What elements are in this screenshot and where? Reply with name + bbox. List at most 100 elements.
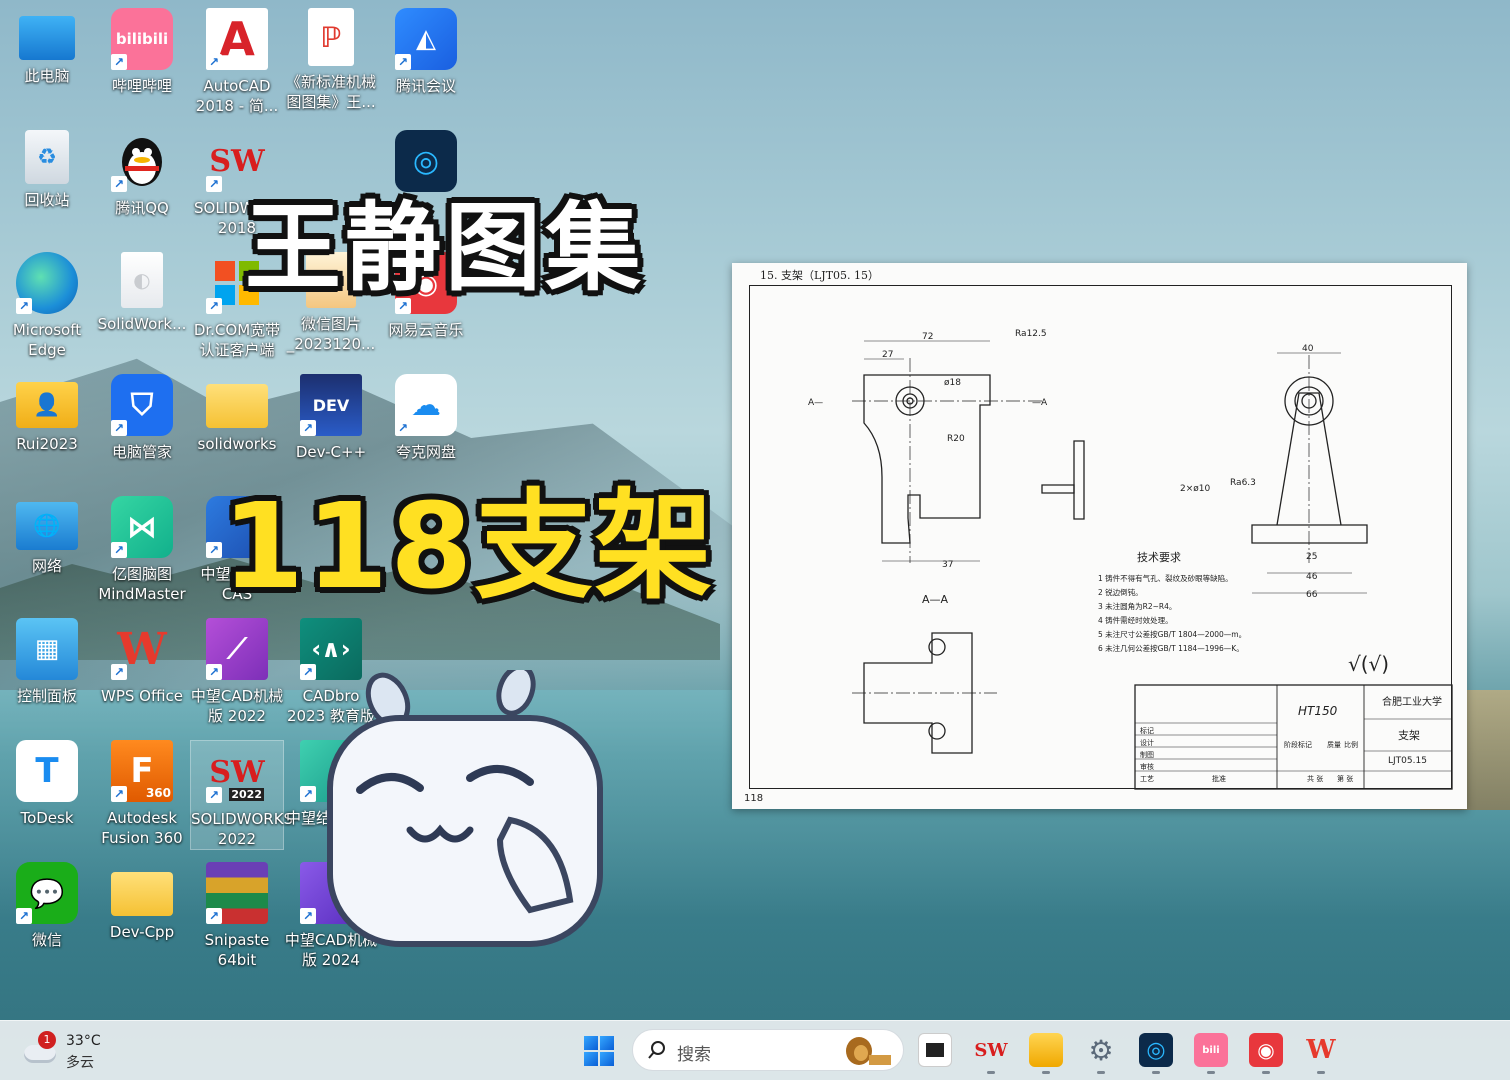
dim-d18: ø18 [944,378,961,388]
desktop-icon-todesk[interactable]: T ToDesk [0,740,94,828]
icon-label: Rui2023 [16,435,78,453]
devcpp-icon: DEV ↗ [300,374,362,436]
icon-label: 网络 [31,557,62,575]
desktop-icon-network[interactable]: 🌐 网络 [0,496,94,576]
icon-label: 回收站 [24,191,70,209]
recycle-bin-icon: ♻ [25,130,69,184]
tech-note: 2 锐边倒钝。 [1098,587,1143,597]
taskbar-solidworks-icon[interactable]: SW [974,1033,1008,1067]
icon-label: Autodesk Fusion 360 [101,809,183,847]
desktop-icon-bilibili[interactable]: bilibili ↗ 哔哩哔哩 [95,8,189,96]
desktop-icon-recycle-bin[interactable]: ♻ 回收站 [0,130,94,210]
title-block-row: 设计 [1140,738,1154,747]
section-label: A—A [922,593,949,606]
icon-label: SOLIDWORKS 2022 [191,810,294,848]
running-indicator [1097,1071,1105,1074]
desktop-icon-quark-cloud[interactable]: ☁ ↗ 夸克网盘 [379,374,473,462]
icon-label: 腾讯会议 [395,77,456,95]
dim-66: 66 [1306,590,1318,600]
taskbar-search[interactable]: 搜索 [632,1029,904,1071]
running-indicator [1317,1071,1325,1074]
taskbar-wps-icon[interactable]: W [1304,1033,1338,1067]
title-block-material: HT150 [1298,704,1338,718]
settings-gear-icon[interactable]: ⚙ [1084,1033,1118,1067]
snipaste-icon: ↗ [206,862,268,924]
start-button[interactable] [584,1036,614,1066]
zwcad-mech-icon: ⟋ ↗ [206,618,268,680]
mascot-sticker [327,670,603,947]
running-indicator [1042,1071,1050,1074]
dim-37: 37 [942,560,953,570]
desktop-icon-rui2023[interactable]: 👤 Rui2023 [0,374,94,454]
running-indicator [987,1071,995,1074]
running-indicator [1152,1071,1160,1074]
dim-r20: R20 [947,434,965,444]
pdf-icon: ℙ [308,8,354,66]
icon-label: 微信图片_2023120... [286,315,376,353]
dim-2xd10: 2×ø10 [1180,484,1210,494]
icon-label: 网易云音乐 [388,321,464,339]
icon-label: 电脑管家 [111,443,172,461]
title-block-row: 批准 [1212,774,1226,783]
title-block-code: LJT05.15 [1388,756,1427,766]
tech-requirements-title: 技术要求 [1137,551,1181,564]
desktop-icon-solidworks-2022[interactable]: SW 2022 ↗ SOLIDWORKS 2022 [190,740,294,850]
title-block-part-name: 支架 [1398,729,1420,742]
desktop-icon-pc-manager[interactable]: ⛉ ↗ 电脑管家 [95,374,189,462]
solidworks-2022-icon: SW 2022 ↗ [206,741,268,803]
icon-label: 腾讯QQ [115,199,169,217]
search-icon [648,1041,665,1059]
icon-label: Snipaste 64bit [204,931,270,969]
desktop-icon-devcpp[interactable]: DEV ↗ Dev-C++ [284,374,378,462]
desktop-icon-mindmaster[interactable]: ⋈ ↗ 亿图脑图 MindMaster [95,496,189,604]
taskbar-bilibili-icon[interactable]: bili [1194,1033,1228,1067]
weather-temp: 33°C [66,1033,101,1049]
desktop-icon-zwcad-mech-2022[interactable]: ⟋ ↗ 中望CAD机械版 2022 [190,618,284,726]
desktop-icon-wechat[interactable]: 💬 ↗ 微信 [0,862,94,950]
wechat-icon: 💬 ↗ [16,862,78,924]
desktop-icon-qq[interactable]: ↗ 腾讯QQ [95,130,189,218]
task-view-icon[interactable] [918,1033,952,1067]
tech-note: 1 铸件不得有气孔、裂纹及砂眼等缺陷。 [1098,573,1233,583]
title-block-label: 共 张 [1307,774,1323,783]
icon-label: 中望CAD机械版 2022 [190,687,284,725]
section-marker-left: A— [808,398,823,408]
dim-ra12-5: Ra12.5 [1015,329,1047,339]
taskbar-app-blue-icon[interactable]: ◎ [1139,1033,1173,1067]
dim-25: 25 [1306,552,1317,562]
icon-label: Microsoft Edge [12,321,82,359]
desktop-icon-solidworks-folder[interactable]: solidworks [190,374,284,454]
file-explorer-icon[interactable] [1029,1033,1063,1067]
drawing-views: 72 27 ø18 R20 37 40 Ra12.5 2×ø10 Ra6.3 2… [808,329,1453,790]
folder-icon [206,384,268,428]
desktop-icon-devcpp-folder[interactable]: Dev-Cpp [95,862,189,942]
icon-label: 哔哩哔哩 [111,77,172,95]
tech-note: 3 未注圆角为R2~R4。 [1098,601,1176,611]
fusion360-icon: F 360 ↗ [111,740,173,802]
wps-icon: W ↗ [111,618,173,680]
dim-27: 27 [882,350,893,360]
icon-label: 此电脑 [24,67,70,85]
weather-condition: 多云 [66,1055,94,1071]
desktop-icon-wps[interactable]: W ↗ WPS Office [95,618,189,706]
control-panel-icon: ▦ [16,618,78,680]
weather-widget[interactable]: 1 33°C 多云 [22,1031,142,1071]
qq-icon: ↗ [111,130,173,192]
desktop-icon-tencent-meeting[interactable]: ◭ ↗ 腾讯会议 [379,8,473,96]
desktop-icon-pdf[interactable]: ℙ 《新标准机械图图集》王... [284,8,378,112]
title-block-label: 比例 [1344,740,1358,749]
desktop-icon-edge[interactable]: ↗ Microsoft Edge [0,252,94,360]
desktop-icon-fusion360[interactable]: F 360 ↗ Autodesk Fusion 360 [95,740,189,848]
weather-badge: 1 [38,1031,56,1049]
dim-46: 46 [1306,572,1318,582]
desktop-icon-this-pc[interactable]: 此电脑 [0,8,94,86]
tech-note: 4 铸件需经时效处理。 [1098,615,1173,625]
desktop-icon-solidworks-file[interactable]: ◐ SolidWork... [95,252,189,334]
desktop-icon-control-panel[interactable]: ▦ 控制面板 [0,618,94,706]
file-icon: ◐ [121,252,163,308]
desktop-icon-autocad[interactable]: A ↗ AutoCAD 2018 - 简... [190,8,284,116]
desktop-icon-snipaste[interactable]: ↗ Snipaste 64bit [190,862,284,970]
drawing-page-number: 118 [744,793,764,804]
icon-label: 亿图脑图 MindMaster [98,565,186,603]
taskbar-netease-music-icon[interactable]: ◉ [1249,1033,1283,1067]
